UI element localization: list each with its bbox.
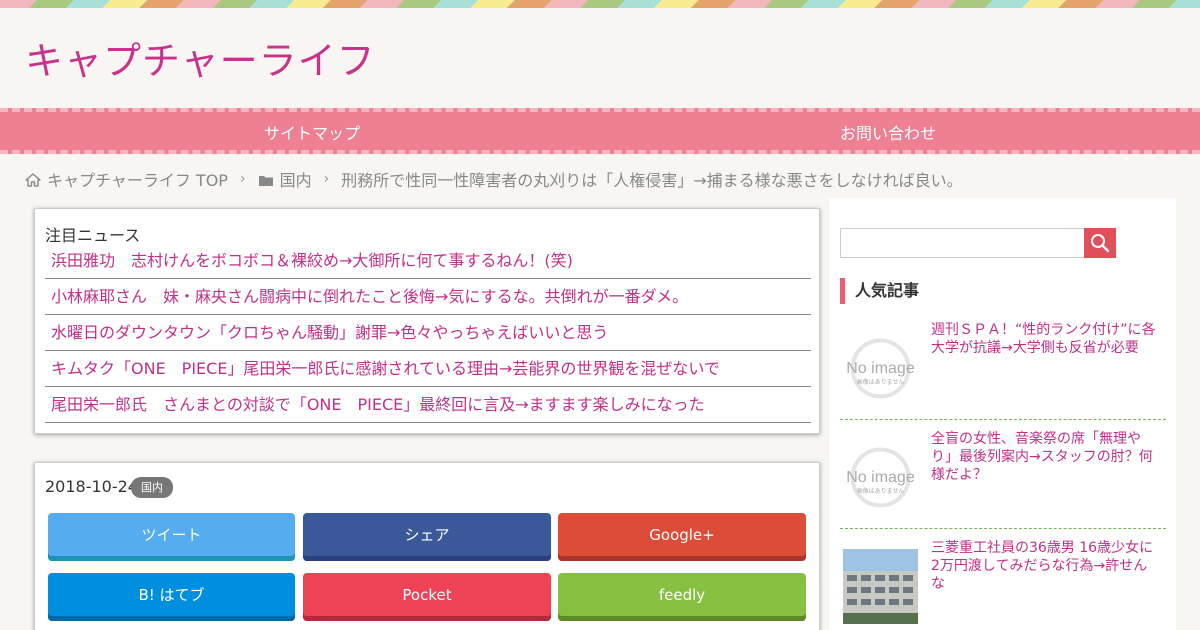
popular-post-item[interactable]: No image 画像はありません 全盲の女性、音楽祭の席「無理やり」最後列案内…	[840, 419, 1166, 529]
thumb-sublabel: 画像はありません	[857, 487, 905, 495]
top-stripe	[0, 0, 1200, 8]
home-icon	[25, 170, 41, 189]
building-photo-thumbnail	[843, 549, 918, 624]
breadcrumb-current: 刑務所で性同一性障害者の丸刈りは「人権侵害」→捕まる様な悪さをしなければ良い。	[341, 171, 963, 190]
search-icon	[1091, 234, 1110, 253]
popular-post-item[interactable]: No image 画像はありません 週刊ＳＰＡ！“性的ランク付け”に各大学が抗議…	[840, 310, 1166, 420]
breadcrumb: キャプチャーライフ TOP › 国内 › 刑務所で性同一性障害者の丸刈りは「人権…	[25, 168, 963, 190]
nav-item-sitemap[interactable]: サイトマップ	[264, 120, 360, 144]
news-item[interactable]: 水曜日のダウンタウン「クロちゃん騒動」謝罪→色々やっちゃえばいいと思う	[45, 315, 811, 351]
no-image-thumbnail: No image 画像はありません	[843, 331, 918, 406]
post-date: 2018-10-24	[45, 477, 138, 496]
popular-post-item[interactable]: 三菱重工社員の36歳男 16歳少女に2万円渡してみだらな行為→許せんな	[840, 528, 1166, 630]
google-plus-button[interactable]: Google+	[558, 513, 806, 561]
search-button[interactable]	[1084, 228, 1116, 258]
article-card: 2018-10-24 国内 ツイート シェア Google+ B! はてブ Po…	[34, 462, 820, 630]
breadcrumb-category[interactable]: 国内	[280, 167, 312, 191]
news-item[interactable]: 浜田雅功 志村けんをボコボコ＆裸絞め→大御所に何て事するねん！(笑)	[45, 243, 811, 279]
site-header: キャプチャーライフ	[0, 8, 1200, 108]
category-badge[interactable]: 国内	[131, 477, 173, 498]
popular-post-title[interactable]: 全盲の女性、音楽祭の席「無理やり」最後列案内→スタッフの肘？何様だよ？	[931, 430, 1157, 484]
chevron-right-icon: ›	[239, 171, 246, 187]
popular-post-title[interactable]: 三菱重工社員の36歳男 16歳少女に2万円渡してみだらな行為→許せんな	[931, 539, 1157, 593]
popular-posts-heading: 人気記事	[840, 278, 919, 304]
site-title[interactable]: キャプチャーライフ	[25, 30, 376, 85]
hatena-bookmark-button[interactable]: B! はてブ	[48, 573, 295, 621]
chevron-right-icon: ›	[323, 171, 330, 187]
news-item[interactable]: キムタク「ONE PIECE」尾田栄一郎氏に感謝されている理由→芸能界の世界観を…	[45, 351, 811, 387]
sidebar: 人気記事 No image 画像はありません 週刊ＳＰＡ！“性的ランク付け”に各…	[829, 198, 1176, 630]
pocket-button[interactable]: Pocket	[303, 573, 551, 621]
tweet-button[interactable]: ツイート	[48, 513, 295, 561]
breadcrumb-home[interactable]: キャプチャーライフ TOP	[47, 167, 228, 191]
featured-news-list: 浜田雅功 志村けんをボコボコ＆裸絞め→大御所に何て事するねん！(笑) 小林麻耶さ…	[45, 243, 811, 423]
thumb-label: No image	[846, 360, 915, 377]
news-item[interactable]: 小林麻耶さん 妹・麻央さん闘病中に倒れたこと後悔→気にするな。共倒れが一番ダメ。	[45, 279, 811, 315]
facebook-share-button[interactable]: シェア	[303, 513, 551, 561]
featured-news-card: 注目ニュース 浜田雅功 志村けんをボコボコ＆裸絞め→大御所に何て事するねん！(笑…	[34, 208, 820, 434]
no-image-thumbnail: No image 画像はありません	[843, 440, 918, 515]
feedly-button[interactable]: feedly	[558, 573, 806, 621]
thumb-label: No image	[846, 469, 915, 486]
folder-icon	[258, 170, 274, 189]
thumb-sublabel: 画像はありません	[857, 378, 905, 386]
nav-item-contact[interactable]: お問い合わせ	[840, 120, 936, 144]
popular-post-title[interactable]: 週刊ＳＰＡ！“性的ランク付け”に各大学が抗議→大学側も反省が必要	[931, 321, 1157, 357]
global-nav: サイトマップ お問い合わせ	[0, 108, 1200, 154]
news-item[interactable]: 尾田栄一郎氏 さんまとの対談で「ONE PIECE」最終回に言及→ますます楽しみ…	[45, 387, 811, 423]
search-input[interactable]	[840, 228, 1086, 258]
